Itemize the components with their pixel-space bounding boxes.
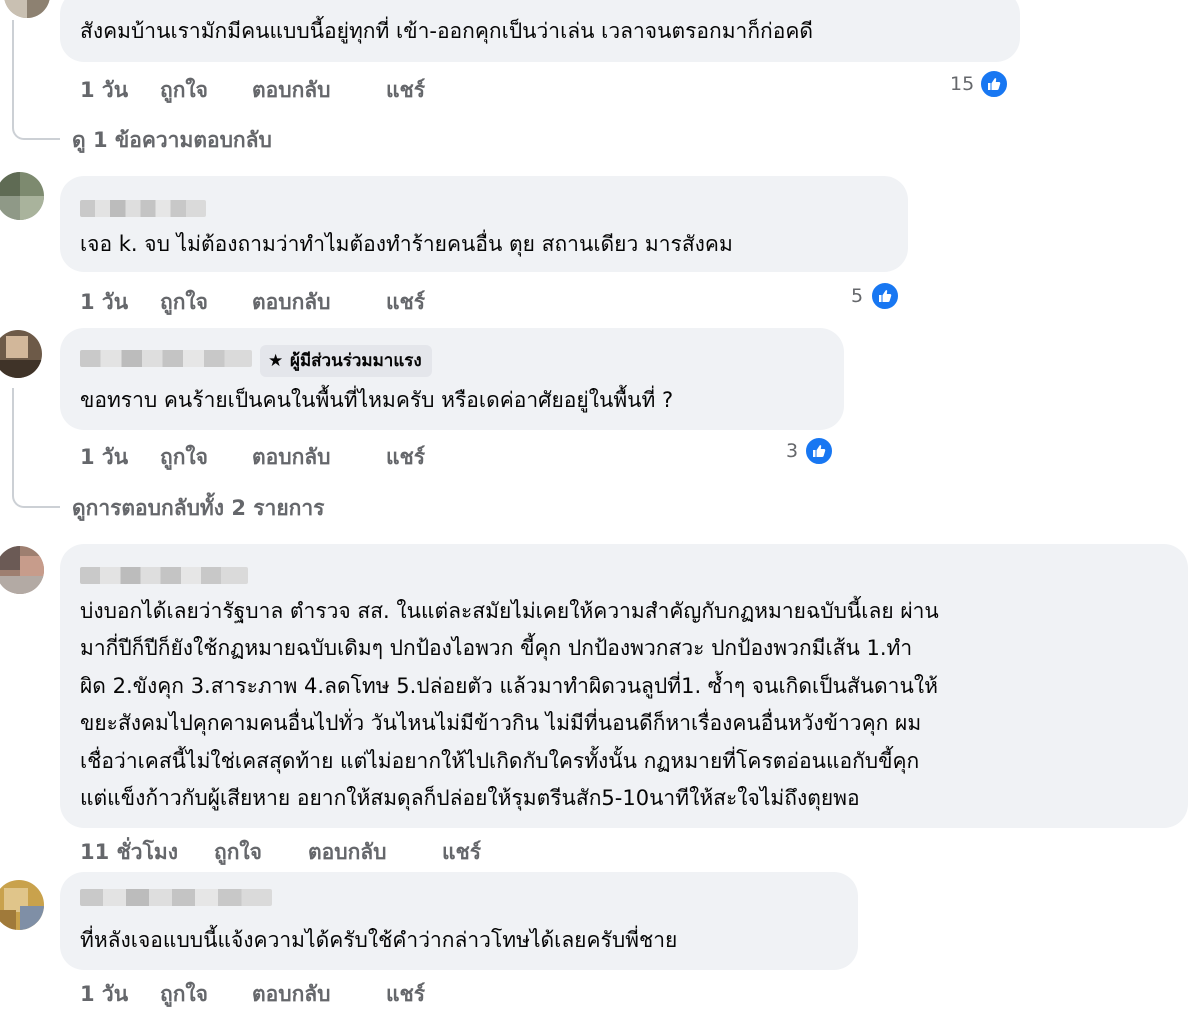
comment-text: ที่หลังเจอแบบนี้แจ้งความได้ครับใช้คำว่าก… <box>80 928 678 952</box>
reply-button[interactable]: ตอบกลับ <box>252 441 331 474</box>
commenter-name[interactable] <box>80 200 206 217</box>
comment-text-line: ผิด 2.ขังคุก 3.สาระภาพ 4.ลดโทษ 5.ปล่อยตั… <box>80 674 938 698</box>
reply-button[interactable]: ตอบกลับ <box>252 286 331 319</box>
top-fan-badge[interactable]: ★ ผู้มีส่วนร่วมมาแรง <box>260 345 432 377</box>
thread-connector <box>12 20 60 140</box>
comment-text-line: บ่งบอกได้เลยว่ารัฐบาล ตำรวจ สส. ในแต่ละส… <box>80 599 939 623</box>
avatar[interactable] <box>0 880 44 930</box>
comment-text: เจอ k. จบ ไม่ต้องถามว่าทำไมต้องทำร้ายคนอ… <box>80 232 733 256</box>
comment-time[interactable]: 11 ชั่วโมง <box>80 836 178 869</box>
comment-text: สังคมบ้านเรามักมีคนแบบนี้อยู่ทุกที่ เข้า… <box>80 19 814 43</box>
like-button[interactable]: ถูกใจ <box>214 836 262 869</box>
comment-text-line: ขยะสังคมไปคุกคามคนอื่นไปทั่ว วันไหนไม่มี… <box>80 711 922 735</box>
comment-time[interactable]: 1 วัน <box>80 286 128 319</box>
avatar[interactable] <box>0 330 42 378</box>
commenter-name[interactable] <box>80 889 272 906</box>
like-button[interactable]: ถูกใจ <box>160 441 208 474</box>
share-button[interactable]: แชร์ <box>386 286 425 319</box>
comment-time[interactable]: 1 วัน <box>80 978 128 1011</box>
thumbs-up-icon[interactable] <box>870 281 900 311</box>
commenter-name[interactable] <box>80 567 248 584</box>
share-button[interactable]: แชร์ <box>386 74 425 107</box>
badge-label: ผู้มีส่วนร่วมมาแรง <box>290 351 422 371</box>
comment-text: ขอทราบ คนร้ายเป็นคนในพื้นที่ไหมครับ หรือ… <box>80 388 674 412</box>
thumbs-up-icon[interactable] <box>979 69 1009 99</box>
view-replies-link[interactable]: ดู 1 ข้อความตอบกลับ <box>72 124 272 157</box>
reply-button[interactable]: ตอบกลับ <box>252 978 331 1011</box>
comment-time[interactable]: 1 วัน <box>80 441 128 474</box>
star-icon: ★ <box>268 351 284 371</box>
view-replies-link[interactable]: ดูการตอบกลับทั้ง 2 รายการ <box>72 492 324 525</box>
reply-button[interactable]: ตอบกลับ <box>252 74 331 107</box>
thumbs-up-icon[interactable] <box>804 436 834 466</box>
reaction-count[interactable]: 5 <box>851 285 863 307</box>
like-button[interactable]: ถูกใจ <box>160 74 208 107</box>
comment-time[interactable]: 1 วัน <box>80 74 128 107</box>
avatar[interactable] <box>0 172 44 220</box>
comment-text-line: มากี่ปีก็ปีก็ยังใช้กฏหมายฉบับเดิมๆ ปกป้อ… <box>80 636 913 660</box>
avatar[interactable] <box>0 546 44 594</box>
like-button[interactable]: ถูกใจ <box>160 978 208 1011</box>
thread-connector <box>12 388 60 508</box>
share-button[interactable]: แชร์ <box>386 441 425 474</box>
avatar[interactable] <box>4 0 50 18</box>
comment-text-line: แต่แข็งก้าวกับผู้เสียหาย อยากให้สมดุลก็ป… <box>80 786 860 810</box>
share-button[interactable]: แชร์ <box>386 978 425 1011</box>
reaction-count[interactable]: 3 <box>786 440 798 462</box>
reaction-count[interactable]: 15 <box>950 73 974 95</box>
comment-text-line: เชื่อว่าเคสนี้ไม่ใช่เคสสุดท้าย แต่ไม่อยา… <box>80 749 920 773</box>
like-button[interactable]: ถูกใจ <box>160 286 208 319</box>
share-button[interactable]: แชร์ <box>442 836 481 869</box>
commenter-name[interactable] <box>80 350 252 367</box>
reply-button[interactable]: ตอบกลับ <box>308 836 387 869</box>
